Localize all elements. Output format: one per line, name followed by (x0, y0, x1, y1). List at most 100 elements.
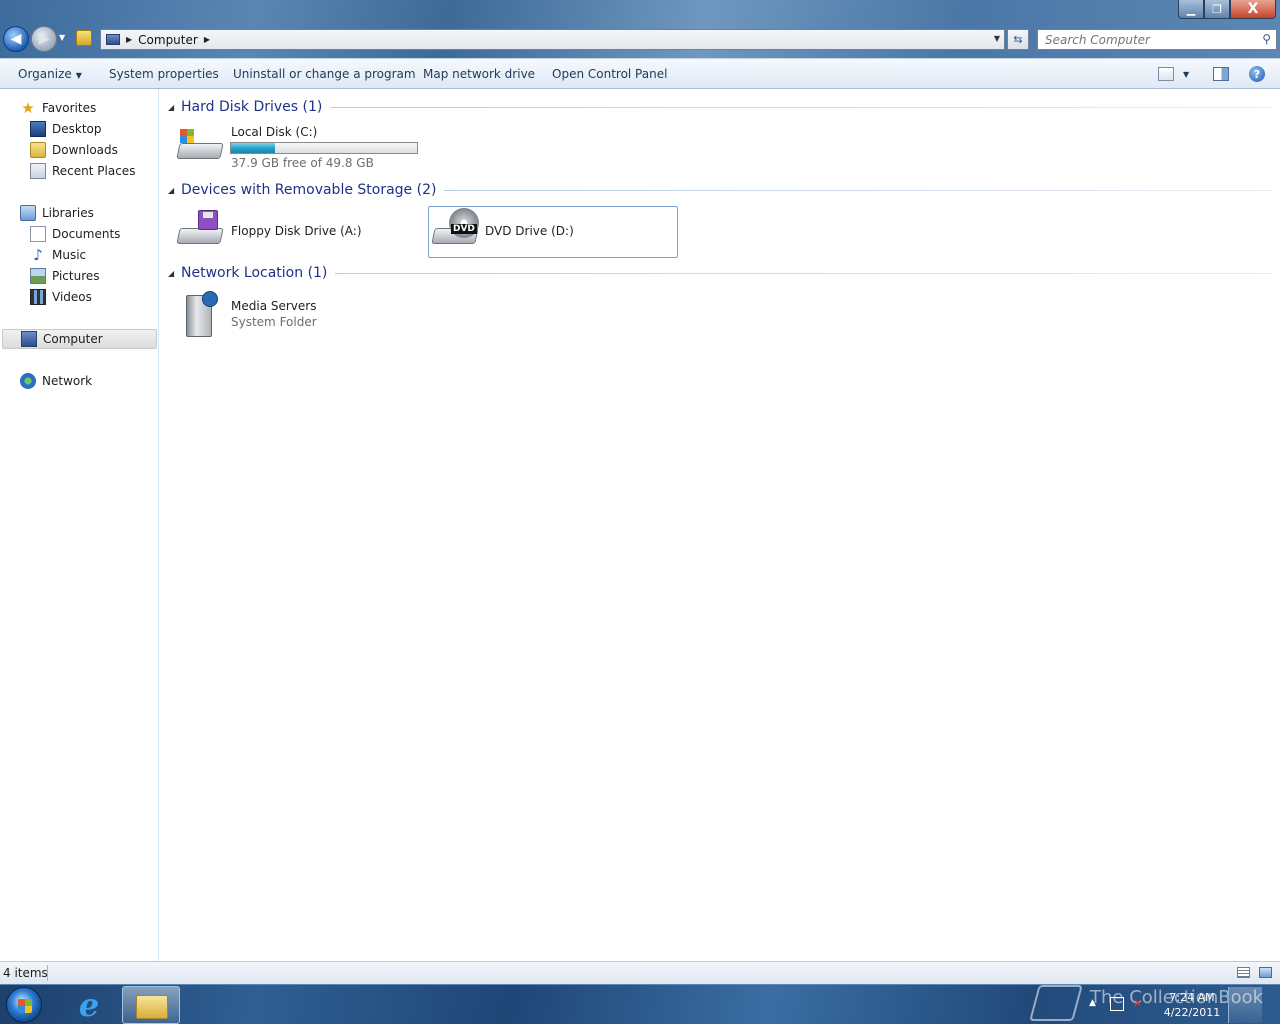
action-center-flag-icon[interactable] (1110, 997, 1124, 1011)
chevron-down-icon: ▼ (75, 71, 82, 80)
close-button[interactable]: X (1230, 0, 1276, 19)
tiles-view-icon[interactable] (1259, 967, 1272, 978)
film-strip-icon (30, 289, 46, 305)
disk-space-text: 37.9 GB free of 49.8 GB (231, 156, 374, 170)
breadcrumb-chevron-icon[interactable]: ▶ (204, 35, 210, 44)
forward-button[interactable]: ▶ (31, 26, 57, 52)
collapse-triangle-icon[interactable]: ◢ (168, 269, 181, 278)
pictures-icon (30, 268, 46, 284)
local-disk-item[interactable]: Local Disk (C:) 37.9 GB free of 49.8 GB (176, 121, 426, 173)
media-server-icon (176, 289, 224, 337)
nav-documents[interactable]: Documents (30, 224, 120, 244)
maximize-button[interactable]: ❐ (1204, 0, 1230, 19)
clock-time: 7:24 AM (1169, 991, 1215, 1004)
nav-label: Libraries (42, 206, 94, 220)
group-header-removable-storage[interactable]: ◢ Devices with Removable Storage (2) (168, 180, 1272, 200)
nav-libraries[interactable]: Libraries (20, 203, 94, 223)
recent-places-icon (30, 163, 46, 179)
nav-downloads[interactable]: Downloads (30, 140, 118, 160)
group-header-hard-disk-drives[interactable]: ◢ Hard Disk Drives (1) (168, 97, 1272, 117)
floppy-drive-item[interactable]: Floppy Disk Drive (A:) (176, 206, 426, 258)
search-box[interactable]: ⚲ (1037, 29, 1277, 50)
breadcrumb-chevron-icon[interactable]: ▶ (126, 35, 132, 44)
command-bar: Organize ▼ System properties Uninstall or… (0, 58, 1280, 89)
show-desktop-button[interactable] (1228, 987, 1262, 1023)
nav-favorites[interactable]: ★ Favorites (20, 98, 96, 118)
dvd-drive-icon: DVD (431, 208, 479, 256)
nav-label: Computer (43, 332, 103, 346)
forward-arrow-icon: ▶ (38, 31, 50, 47)
nav-label: Network (42, 374, 93, 388)
help-icon[interactable]: ? (1249, 66, 1265, 82)
group-divider (335, 272, 1272, 274)
address-bar[interactable]: ▶ Computer ▶ ▼ (100, 29, 1005, 50)
item-type: System Folder (231, 315, 317, 329)
search-icon[interactable]: ⚲ (1262, 32, 1271, 46)
nav-computer[interactable]: Computer (2, 329, 157, 349)
refresh-button[interactable]: ⇆ (1007, 29, 1029, 50)
windows-explorer-taskbar-button[interactable] (122, 986, 180, 1024)
item-name: Media Servers (231, 299, 317, 313)
organize-label: Organize (18, 67, 72, 81)
star-icon: ★ (21, 99, 35, 117)
internet-explorer-icon[interactable]: e (70, 988, 108, 1022)
collapse-triangle-icon[interactable]: ◢ (168, 186, 181, 195)
clock-date: 4/22/2011 (1163, 1006, 1221, 1019)
back-button[interactable]: ◀ (3, 26, 29, 52)
hard-drive-icon (176, 123, 224, 171)
group-header-network-location[interactable]: ◢ Network Location (1) (168, 263, 1272, 283)
collapse-triangle-icon[interactable]: ◢ (168, 103, 181, 112)
disk-usage-fill (231, 143, 276, 153)
computer-icon (106, 34, 120, 45)
up-folder-icon[interactable] (76, 30, 92, 46)
window-controls: ▁ ❐ X (1178, 0, 1276, 20)
libraries-icon (20, 205, 36, 221)
system-clock[interactable]: 7:24 AM 4/22/2011 (1156, 990, 1228, 1020)
desktop-icon (30, 121, 46, 137)
music-note-icon: ♪ (33, 246, 43, 264)
nav-videos[interactable]: Videos (30, 287, 92, 307)
uninstall-program-button[interactable]: Uninstall or change a program (233, 67, 416, 81)
nav-label: Videos (52, 290, 92, 304)
navigation-pane: ★ Favorites Desktop Downloads Recent Plac… (0, 89, 159, 961)
preview-pane-icon[interactable] (1213, 67, 1229, 81)
computer-icon (21, 331, 37, 347)
change-view-icon[interactable] (1158, 67, 1174, 81)
group-divider (444, 189, 1272, 191)
minimize-button[interactable]: ▁ (1178, 0, 1204, 19)
nav-desktop[interactable]: Desktop (30, 119, 102, 139)
nav-music[interactable]: ♪ Music (30, 245, 86, 265)
open-control-panel-button[interactable]: Open Control Panel (552, 67, 667, 81)
content-pane: ◢ Hard Disk Drives (1) Local Disk (C:) 3… (160, 89, 1280, 961)
disk-usage-bar (230, 142, 418, 154)
nav-label: Music (52, 248, 87, 262)
nav-label: Recent Places (52, 164, 136, 178)
speaker-muted-icon[interactable]: ✕ (1133, 997, 1147, 1011)
nav-network[interactable]: Network (20, 371, 92, 391)
taskbar: e The CollectionBook ▲ ✕ 7:24 AM 4/22/20… (0, 984, 1280, 1024)
details-view-icon[interactable] (1237, 967, 1250, 978)
nav-label: Desktop (52, 122, 102, 136)
view-options-chevron-icon[interactable]: ▼ (1183, 70, 1189, 79)
system-properties-button[interactable]: System properties (109, 67, 219, 81)
group-title: Devices with Removable Storage (2) (181, 182, 437, 198)
map-network-drive-button[interactable]: Map network drive (423, 67, 535, 81)
downloads-folder-icon (30, 142, 46, 158)
dvd-drive-item[interactable]: DVD DVD Drive (D:) (428, 206, 678, 258)
network-icon (20, 373, 36, 389)
breadcrumb-computer[interactable]: Computer (138, 33, 198, 47)
nav-pictures[interactable]: Pictures (30, 266, 100, 286)
nav-recent-places[interactable]: Recent Places (30, 161, 135, 181)
start-button[interactable] (6, 987, 42, 1023)
item-name: DVD Drive (D:) (485, 224, 574, 238)
item-name: Floppy Disk Drive (A:) (231, 224, 362, 238)
recent-pages-dropdown[interactable]: ▼ (59, 33, 65, 42)
search-input[interactable] (1045, 30, 1255, 49)
address-dropdown-icon[interactable]: ▼ (994, 34, 1000, 43)
nav-label: Favorites (42, 101, 97, 115)
show-hidden-icons-icon[interactable]: ▲ (1089, 998, 1096, 1008)
item-count: 4 items (3, 966, 48, 980)
organize-menu[interactable]: Organize ▼ (18, 67, 82, 81)
media-servers-item[interactable]: Media Servers System Folder (176, 289, 426, 341)
nav-label: Documents (52, 227, 121, 241)
